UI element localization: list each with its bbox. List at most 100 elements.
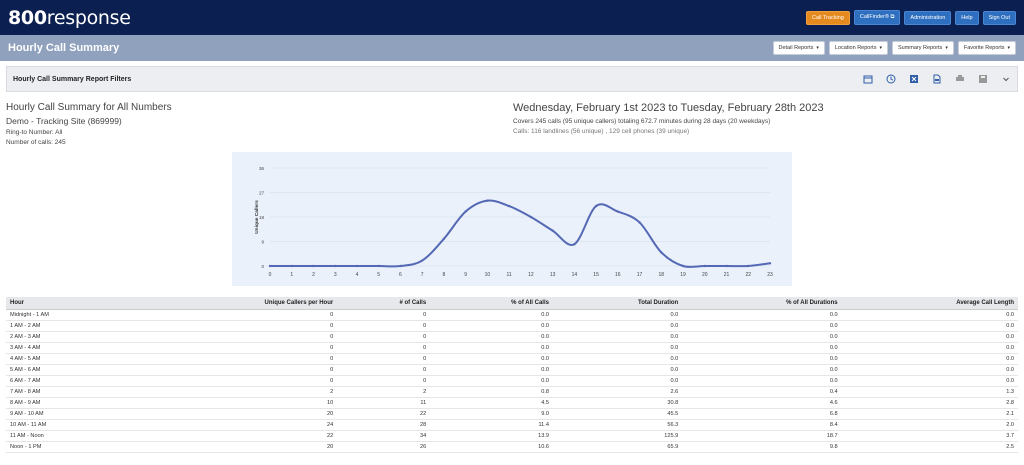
column-header[interactable]: % of All Durations <box>682 297 842 310</box>
column-header[interactable]: % of All Calls <box>430 297 553 310</box>
data-point[interactable] <box>594 204 598 208</box>
table-cell: 0.0 <box>552 353 683 365</box>
pdf-icon[interactable] <box>931 74 942 85</box>
data-point[interactable] <box>660 251 663 254</box>
data-point[interactable] <box>399 264 402 268</box>
calls-breakdown: Calls: 116 landlines (56 unique) , 129 c… <box>513 128 690 135</box>
data-point[interactable] <box>768 262 772 265</box>
table-cell: 0.0 <box>682 342 842 354</box>
y-tick-label: 0 <box>261 264 264 269</box>
table-cell: 3.7 <box>841 430 1018 442</box>
top-navbar: 800 response Call Tracking CallFinder® ⧉ Ad… <box>0 0 1024 35</box>
clock-icon[interactable] <box>885 74 896 85</box>
report-menu-3[interactable]: Favorite Reports ▾ <box>957 41 1016 55</box>
table-cell: 4 AM - 5 AM <box>6 353 132 365</box>
table-row: 5 AM - 6 AM 0 0 0.0 0.0 0.0 0.0 <box>6 364 1018 376</box>
table-cell: 0 <box>337 342 431 354</box>
table-cell: 18.7 <box>682 430 842 442</box>
column-header[interactable]: Average Call Length <box>841 297 1018 310</box>
report-summary: Hourly Call Summary for All Numbers Demo… <box>0 102 1024 148</box>
filters-title: Hourly Call Summary Report Filters <box>13 75 132 83</box>
x-tick-label: 12 <box>528 272 534 278</box>
topnav-button-0[interactable]: Call Tracking <box>806 10 850 25</box>
table-cell: 0.0 <box>682 375 842 387</box>
table-cell: 4.6 <box>682 397 842 409</box>
report-menu-label: Detail Reports <box>778 45 814 51</box>
x-tick-label: 22 <box>745 272 751 278</box>
data-point[interactable] <box>747 264 750 268</box>
table-cell: 0.0 <box>552 342 683 354</box>
table-cell: 0.0 <box>841 320 1018 332</box>
data-point[interactable] <box>725 264 728 268</box>
table-cell: Noon - 1 PM <box>6 441 132 453</box>
column-header[interactable]: Unique Callers per Hour <box>131 297 338 310</box>
report-menu-1[interactable]: Location Reports ▾ <box>828 41 888 55</box>
site-name: Demo - Tracking Site (869999) <box>6 116 122 126</box>
data-point[interactable] <box>638 221 641 224</box>
table-header-row: Hour Unique Callers per Hour # of Calls% o… <box>6 297 1018 310</box>
data-point[interactable] <box>334 264 337 268</box>
data-point[interactable] <box>442 237 446 240</box>
table-cell: 11.4 <box>430 419 553 431</box>
topnav-button-2[interactable]: Administration <box>904 10 952 25</box>
column-header[interactable]: Hour <box>6 297 132 310</box>
data-point[interactable] <box>486 199 489 202</box>
table-row: 10 AM - 11 AM 24 28 11.4 56.3 8.4 2.0 <box>6 419 1018 431</box>
topnav-button-3[interactable]: Help <box>955 10 979 25</box>
table-cell: 4.5 <box>430 397 553 409</box>
chevron-down-icon: ▾ <box>879 45 882 51</box>
data-point[interactable] <box>529 215 533 219</box>
table-body: Midnight - 1 AM 0 0 0.0 0.0 0.0 0.0 1 AM - 2 AM… <box>6 309 1018 453</box>
table-cell: 0.0 <box>682 309 842 321</box>
table-row: 3 AM - 4 AM 0 0 0.0 0.0 0.0 0.0 <box>6 342 1018 354</box>
calendar-icon[interactable] <box>862 74 873 85</box>
data-point[interactable] <box>377 264 380 268</box>
data-point[interactable] <box>355 264 359 268</box>
table-cell: 0.0 <box>430 353 553 365</box>
table-cell: 0 <box>337 320 431 332</box>
x-tick-label: 11 <box>507 272 512 278</box>
table-cell: 0.0 <box>430 320 553 332</box>
summary-left: Hourly Call Summary for All Numbers Demo… <box>6 102 511 148</box>
printer-icon[interactable] <box>954 74 965 85</box>
data-point[interactable] <box>681 264 685 268</box>
brand-logo[interactable]: 800 response <box>8 7 131 29</box>
table-cell: 2.5 <box>841 441 1018 453</box>
chevron-down-icon[interactable] <box>1000 74 1011 85</box>
data-point[interactable] <box>507 204 511 208</box>
report-filters-bar[interactable]: Hourly Call Summary Report Filters <box>6 66 1018 92</box>
data-point[interactable] <box>268 264 272 268</box>
report-menu-2[interactable]: Summary Reports ▾ <box>891 41 954 55</box>
x-tick-label: 16 <box>615 272 621 278</box>
report-menu-0[interactable]: Detail Reports ▾ <box>772 41 825 55</box>
data-point[interactable] <box>573 243 576 246</box>
column-header[interactable]: Total Duration <box>552 297 683 310</box>
y-tick-label: 27 <box>259 191 265 196</box>
data-point[interactable] <box>290 264 293 268</box>
data-point[interactable] <box>703 264 706 268</box>
data-point[interactable] <box>420 259 424 262</box>
topnav-button-4[interactable]: Sign Out <box>982 10 1016 25</box>
brand-word: response <box>46 6 131 29</box>
y-tick-label: 9 <box>261 240 264 245</box>
brand-number: 800 <box>8 6 47 29</box>
data-point[interactable] <box>312 264 315 268</box>
table-cell: 0 <box>131 364 338 376</box>
table-row: 2 AM - 3 AM 0 0 0.0 0.0 0.0 0.0 <box>6 331 1018 343</box>
excel-icon[interactable] <box>908 74 919 85</box>
table-row: 7 AM - 8 AM 2 2 0.8 2.6 0.4 1.3 <box>6 386 1018 398</box>
table-cell: 0.0 <box>430 331 553 343</box>
chevron-down-icon: ▾ <box>816 45 819 51</box>
data-point[interactable] <box>616 210 620 213</box>
save-icon[interactable] <box>977 74 988 85</box>
table-cell: 9 AM - 10 AM <box>6 408 132 420</box>
table-row: 6 AM - 7 AM 0 0 0.0 0.0 0.0 0.0 <box>6 375 1018 387</box>
data-point[interactable] <box>551 229 554 232</box>
x-tick-label: 4 <box>356 272 359 278</box>
column-header[interactable]: # of Calls <box>337 297 431 310</box>
topnav-button-1[interactable]: CallFinder® ⧉ <box>853 10 901 25</box>
x-tick-label: 14 <box>572 272 578 278</box>
x-tick-label: 17 <box>637 272 643 278</box>
x-tick-label: 21 <box>724 272 730 278</box>
data-point[interactable] <box>464 210 467 213</box>
